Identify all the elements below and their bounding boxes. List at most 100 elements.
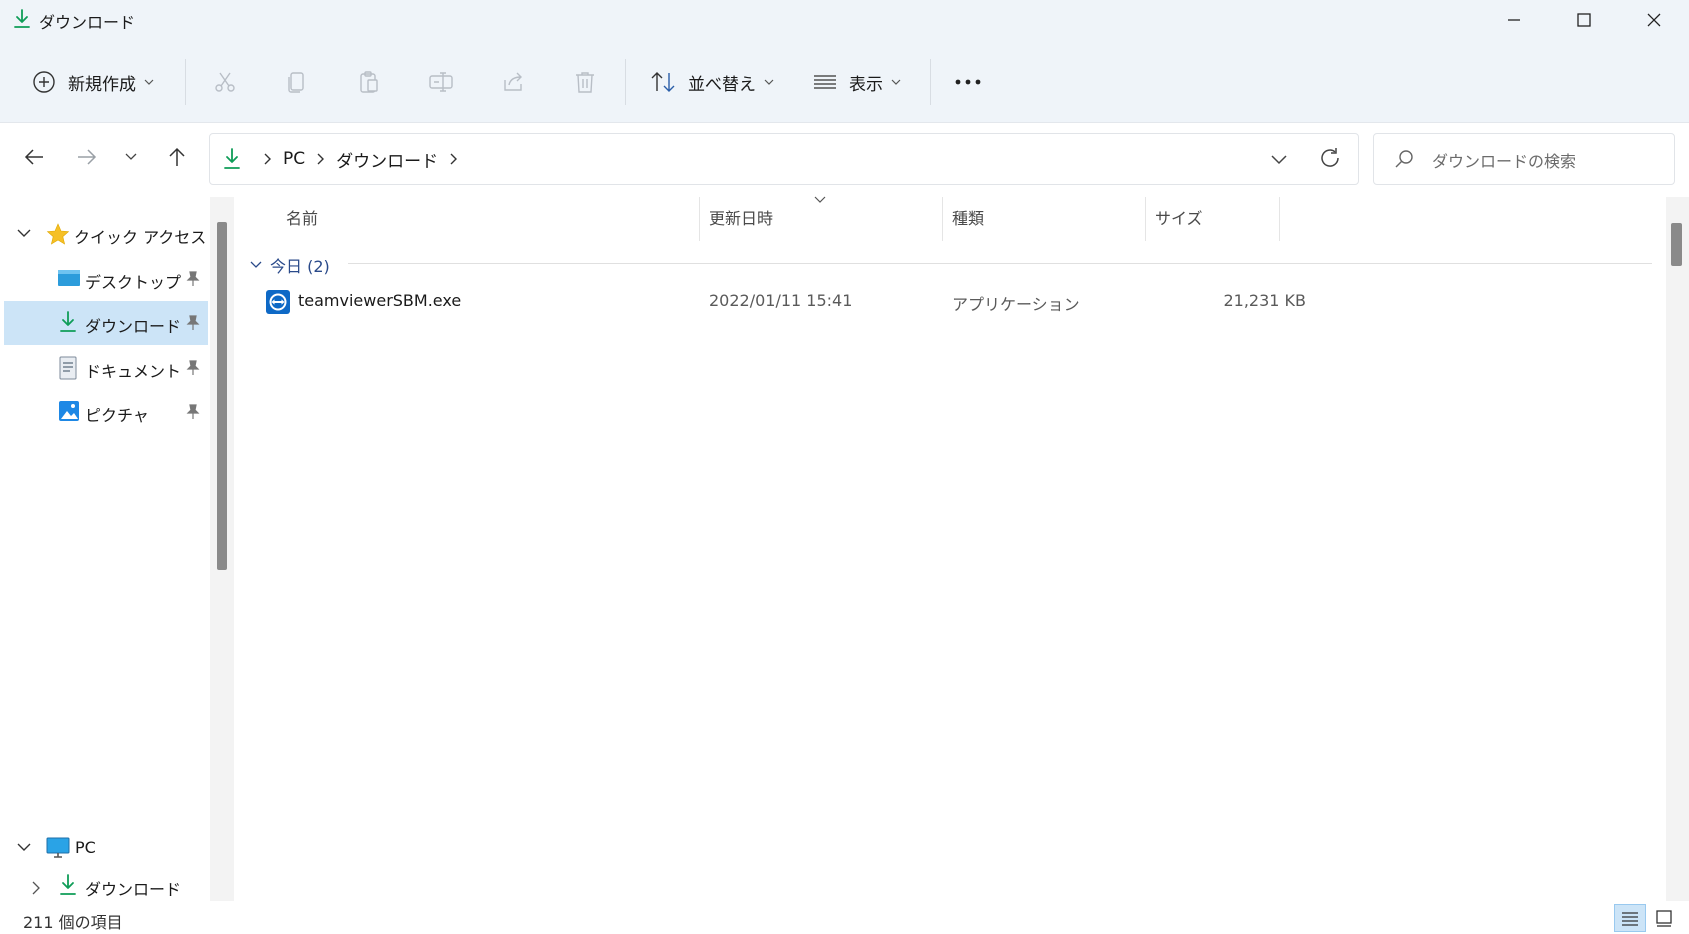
cut-button[interactable]	[205, 62, 245, 102]
refresh-icon[interactable]	[1318, 146, 1342, 170]
recent-locations-button[interactable]	[113, 139, 149, 175]
more-options-button[interactable]	[948, 62, 988, 102]
sidebar-item-downloads[interactable]: ダウンロード	[4, 301, 208, 345]
column-divider[interactable]	[1279, 197, 1280, 241]
toolbar-divider	[185, 59, 186, 105]
copy-button[interactable]	[277, 62, 317, 102]
pictures-icon	[58, 400, 80, 422]
details-view-icon	[1621, 910, 1639, 926]
details-view-button[interactable]	[1614, 904, 1646, 932]
column-header-size[interactable]: サイズ	[1155, 195, 1203, 239]
copy-icon	[285, 70, 309, 94]
paste-button[interactable]	[349, 62, 389, 102]
sidebar-item-label: クイック アクセス	[74, 228, 207, 247]
sidebar-item-pc-downloads[interactable]: ダウンロード	[4, 873, 208, 901]
new-button-label: 新規作成	[68, 74, 136, 95]
large-icons-view-icon	[1655, 909, 1673, 927]
chevron-down-icon	[250, 261, 262, 269]
back-button[interactable]	[16, 139, 52, 175]
chevron-right-icon[interactable]	[264, 153, 271, 165]
sidebar-item-label: ダウンロード	[85, 880, 182, 899]
view-button[interactable]: 表示	[813, 62, 901, 102]
arrow-right-icon	[77, 148, 97, 166]
teamviewer-icon	[266, 290, 290, 314]
chevron-right-icon[interactable]	[32, 881, 40, 895]
toolbar-divider	[625, 59, 626, 105]
pin-icon	[186, 360, 200, 376]
content-scrollbar-track[interactable]	[1666, 197, 1689, 901]
column-header-type[interactable]: 種類	[952, 195, 984, 239]
column-header-date[interactable]: 更新日時	[709, 195, 773, 239]
chevron-down-icon[interactable]	[17, 228, 31, 238]
chevron-right-icon[interactable]	[450, 153, 458, 165]
maximize-button[interactable]	[1549, 0, 1619, 40]
download-icon	[59, 874, 77, 896]
star-icon	[46, 222, 70, 246]
large-icons-view-button[interactable]	[1648, 904, 1680, 932]
sort-button[interactable]: 並べ替え	[650, 62, 774, 102]
search-icon	[1394, 149, 1414, 169]
chevron-down-icon	[125, 153, 137, 161]
forward-button[interactable]	[69, 139, 105, 175]
column-header-label: 名前	[286, 209, 319, 228]
trash-icon	[573, 70, 597, 94]
file-size: 21,231 KB	[1223, 291, 1306, 310]
pin-icon	[186, 404, 200, 420]
file-date: 2022/01/11 15:41	[709, 291, 853, 310]
chevron-down-icon[interactable]	[17, 842, 31, 852]
ellipsis-icon	[955, 79, 981, 85]
sidebar-scrollbar-thumb[interactable]	[217, 222, 227, 570]
address-history-dropdown[interactable]	[1270, 147, 1288, 171]
breadcrumb-downloads[interactable]: ダウンロード	[336, 147, 438, 172]
minimize-button[interactable]	[1479, 0, 1549, 40]
column-header-name[interactable]: 名前	[286, 195, 318, 239]
share-button[interactable]	[493, 62, 533, 102]
search-box[interactable]: ダウンロードの検索	[1373, 133, 1675, 185]
breadcrumb-pc[interactable]: PC	[283, 149, 305, 169]
document-icon	[58, 356, 78, 380]
chevron-right-icon[interactable]	[317, 153, 325, 165]
sidebar-item-pictures[interactable]: ピクチャ	[4, 390, 208, 434]
list-view-icon	[813, 72, 837, 92]
delete-button[interactable]	[565, 62, 605, 102]
download-icon	[223, 148, 241, 170]
group-header-today[interactable]: 今日 (2)	[250, 253, 330, 277]
plus-circle-icon	[32, 70, 56, 94]
group-label: 今日 (2)	[270, 257, 330, 276]
download-icon	[13, 9, 31, 29]
sidebar-item-label: デスクトップ	[85, 273, 182, 292]
sidebar-item-label: ダウンロード	[85, 317, 182, 336]
content-scrollbar-thumb[interactable]	[1671, 223, 1682, 266]
up-button[interactable]	[159, 139, 195, 175]
sidebar-item-desktop[interactable]: デスクトップ	[4, 257, 208, 301]
file-type: アプリケーション	[952, 295, 1080, 314]
new-button[interactable]: 新規作成	[32, 62, 154, 102]
column-divider[interactable]	[1145, 197, 1146, 241]
item-count: 211 個の項目	[23, 913, 123, 932]
close-icon	[1647, 13, 1661, 27]
column-divider[interactable]	[942, 197, 943, 241]
title-bar: ダウンロード	[0, 0, 1689, 40]
sidebar-item-pc[interactable]: PC	[4, 826, 208, 870]
close-button[interactable]	[1619, 0, 1689, 40]
clipboard-icon	[357, 70, 381, 94]
sidebar-item-label: ドキュメント	[85, 362, 182, 381]
rename-button[interactable]	[421, 62, 461, 102]
monitor-icon	[46, 837, 70, 859]
share-icon	[501, 70, 525, 94]
column-divider[interactable]	[699, 197, 700, 241]
pin-icon	[186, 271, 200, 287]
table-row[interactable]: teamviewerSBM.exe 2022/01/11 15:41 アプリケー…	[236, 285, 1652, 319]
sidebar-item-documents[interactable]: ドキュメント	[4, 346, 208, 390]
address-bar[interactable]: PC ダウンロード	[209, 133, 1359, 185]
column-header-label: サイズ	[1155, 209, 1203, 228]
file-list: 名前 更新日時 種類 サイズ 今日 (2) teamviewerSBM.exe …	[236, 195, 1666, 901]
sidebar-item-label: PC	[75, 838, 96, 857]
chevron-down-icon	[144, 79, 154, 85]
sort-button-label: 並べ替え	[688, 74, 756, 95]
sidebar-item-quick-access[interactable]: クイック アクセス	[4, 212, 208, 256]
chevron-down-icon	[764, 79, 774, 85]
window-title: ダウンロード	[39, 13, 136, 32]
search-placeholder: ダウンロードの検索	[1432, 152, 1577, 171]
desktop-folder-icon	[57, 268, 81, 288]
